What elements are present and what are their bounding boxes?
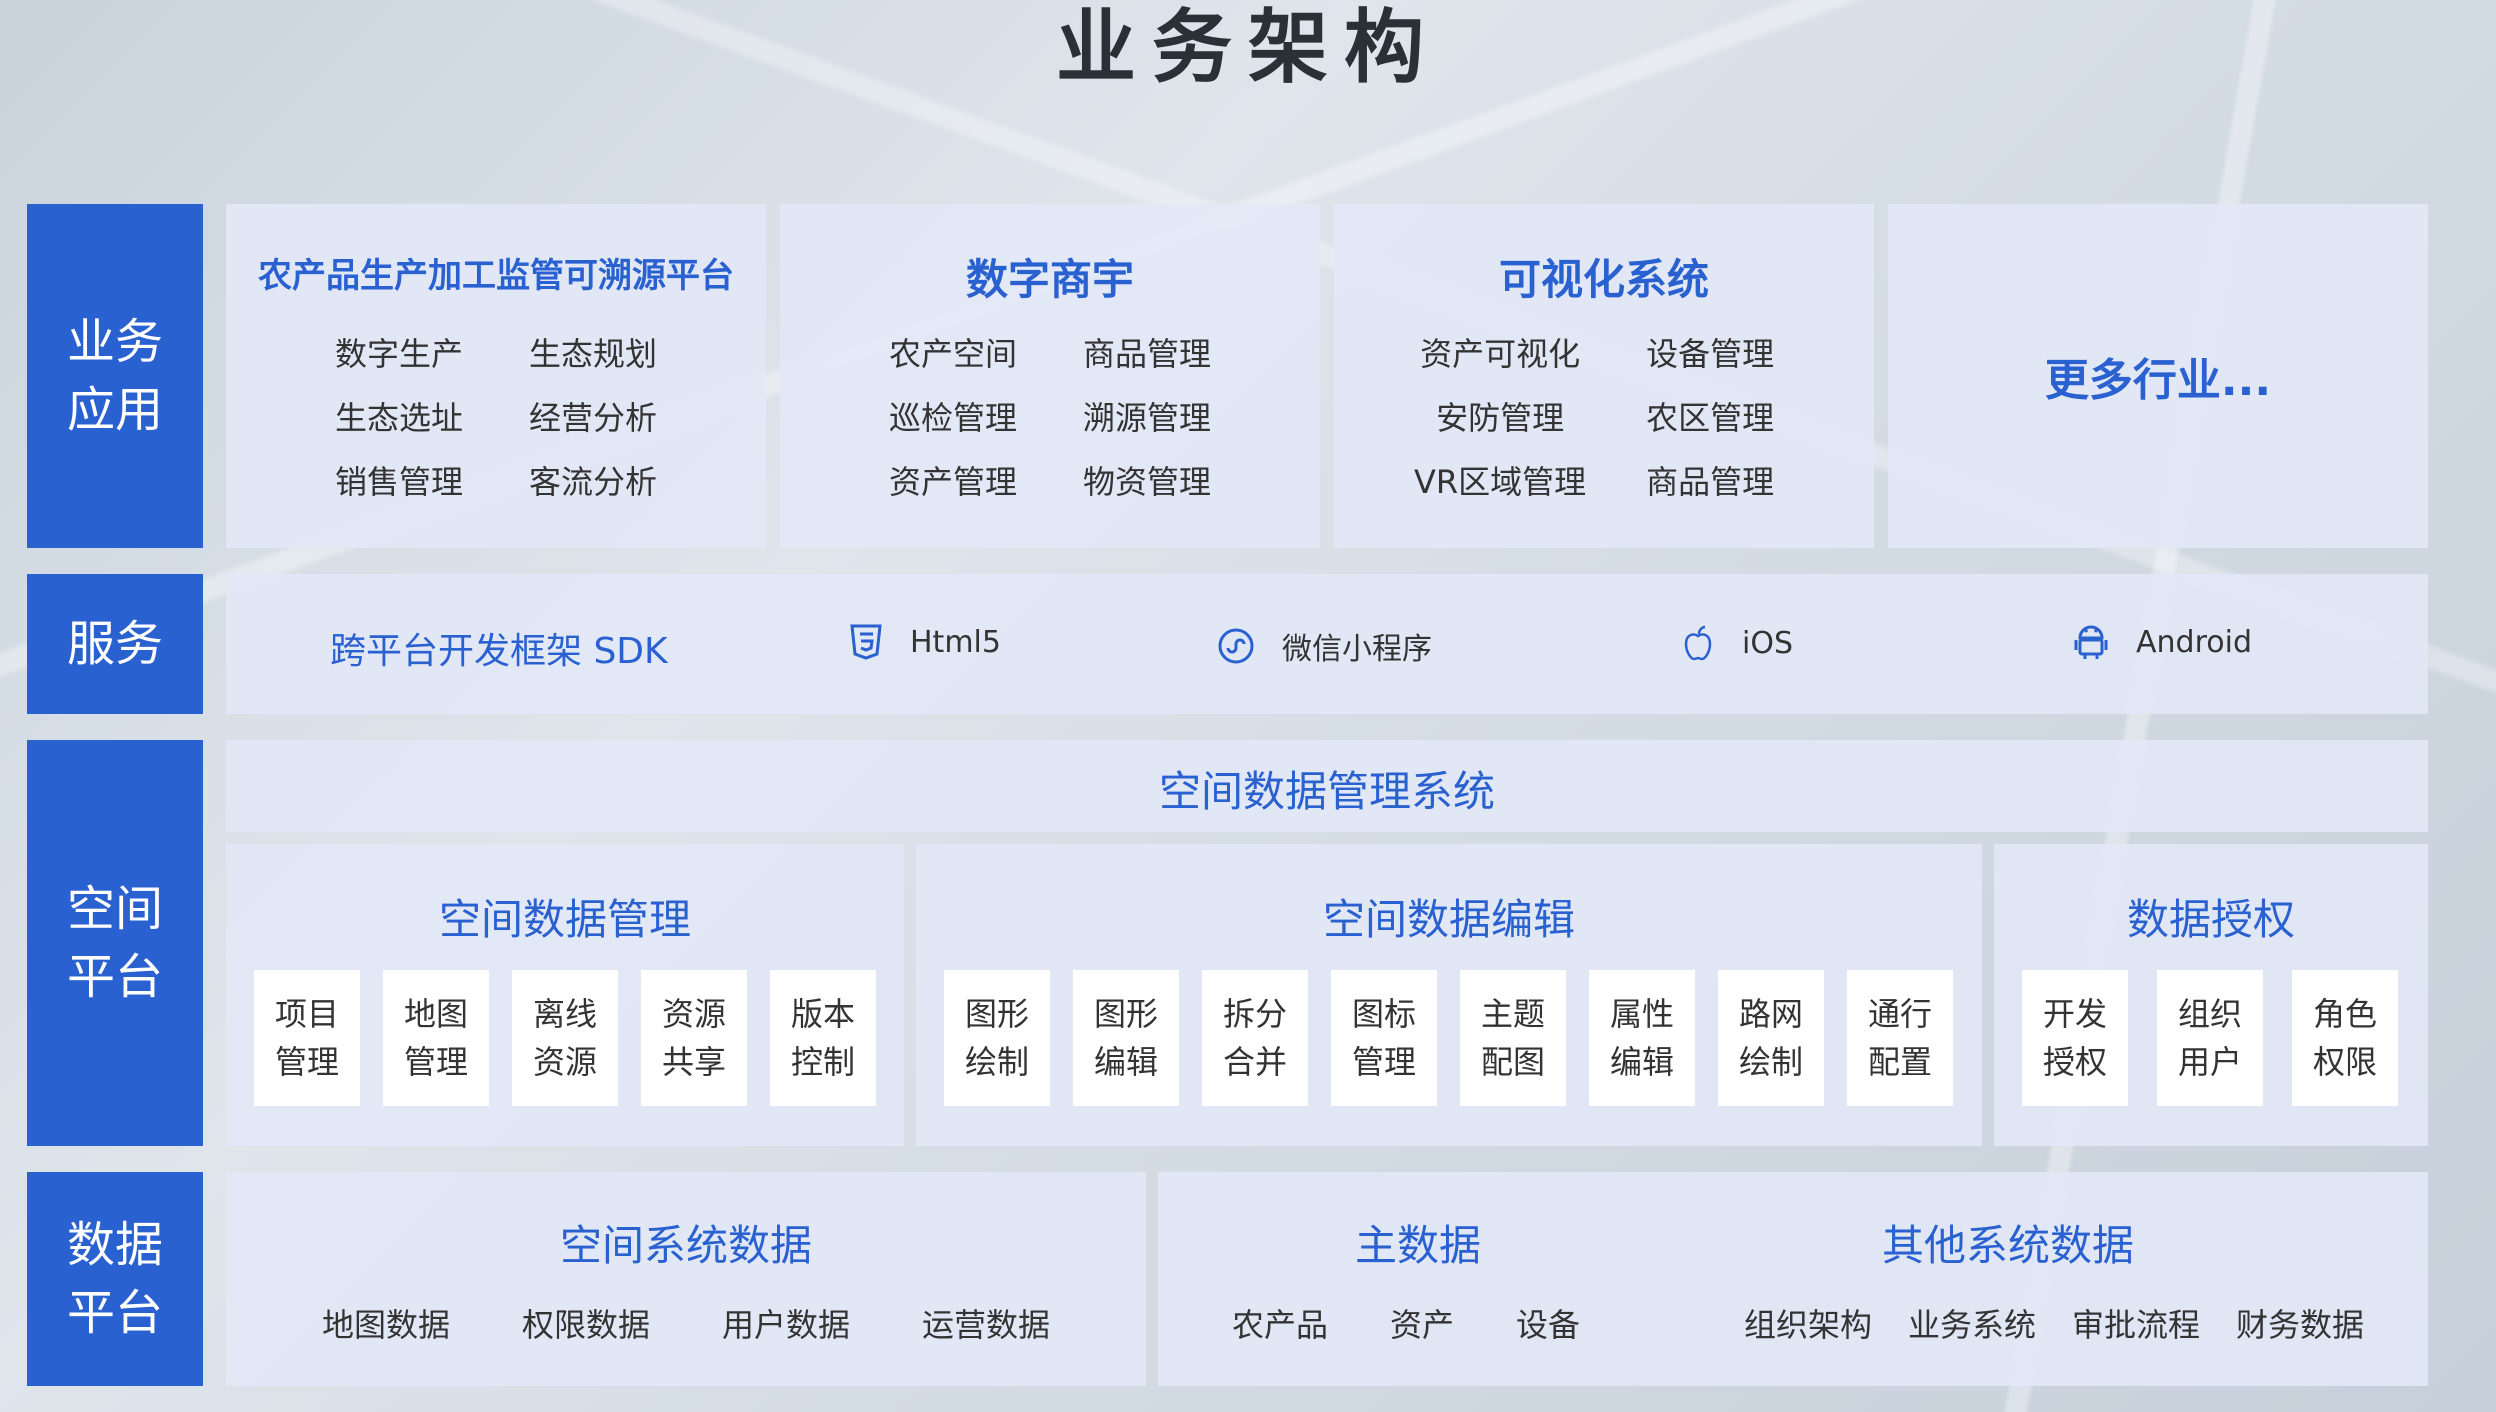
- app-item: 经营分析: [528, 399, 657, 437]
- data-item: 业务系统: [1908, 1306, 2037, 1344]
- data-item: 用户数据: [722, 1306, 851, 1344]
- group-title: 空间数据管理: [438, 895, 691, 944]
- data-item: 运营数据: [922, 1306, 1051, 1344]
- service-label: Html5: [910, 624, 1001, 660]
- data-item: 资产: [1390, 1306, 1455, 1344]
- service-ios: iOS: [1682, 624, 1793, 662]
- data-item: 财务数据: [2236, 1306, 2365, 1344]
- function-box: 离线 资源: [512, 970, 618, 1106]
- data-group-title: 其他系统数据: [1881, 1221, 2134, 1270]
- layer-label-spatial: 空间 平台: [27, 740, 203, 1146]
- service-label: Android: [2136, 624, 2252, 660]
- group-title: 数据授权: [2126, 895, 2295, 944]
- function-box: 通行 配置: [1847, 970, 1953, 1106]
- app-item: 巡检管理: [888, 399, 1017, 437]
- app-item: 客流分析: [528, 463, 657, 501]
- app-item: 商品管理: [1646, 463, 1775, 501]
- data-item: 设备: [1516, 1306, 1581, 1344]
- html5-icon: [850, 624, 882, 660]
- data-group-title: 主数据: [1354, 1221, 1481, 1270]
- app-title: 数字商宇: [965, 255, 1134, 304]
- layer-label-service: 服务: [27, 574, 203, 714]
- app-item: 数字生产: [334, 335, 463, 373]
- data-item: 组织架构: [1744, 1306, 1873, 1344]
- app-item: 商品管理: [1082, 335, 1211, 373]
- function-box: 图形 绘制: [944, 970, 1050, 1106]
- app-item: 物资管理: [1082, 463, 1211, 501]
- function-box: 属性 编辑: [1589, 970, 1695, 1106]
- app-title: 农产品生产加工监管可溯源平台: [258, 256, 734, 296]
- service-html5: Html5: [850, 624, 1001, 660]
- function-box: 角色 权限: [2292, 970, 2398, 1106]
- data-item: 审批流程: [2072, 1306, 2201, 1344]
- app-item: 资产可视化: [1420, 335, 1581, 373]
- function-box: 开发 授权: [2022, 970, 2128, 1106]
- function-box: 图形 编辑: [1073, 970, 1179, 1106]
- app-item: 安防管理: [1436, 399, 1565, 437]
- data-item: 地图数据: [322, 1306, 451, 1344]
- app-panel-visualization: 可视化系统 资产可视化 设备管理 安防管理 农区管理 VR区域管理 商品管理: [1334, 204, 1874, 548]
- function-box: 项目 管理: [254, 970, 360, 1106]
- service-panel: 跨平台开发框架 SDK Html5 微信小程序 iOS Android: [226, 574, 2428, 714]
- app-item: 设备管理: [1646, 335, 1775, 373]
- spatial-group-manage: 空间数据管理 项目 管理 地图 管理 离线 资源 资源 共享 版本 控制: [226, 844, 904, 1146]
- app-item: VR区域管理: [1414, 463, 1587, 501]
- app-item: 资产管理: [888, 463, 1017, 501]
- data-group-title: 空间系统数据: [559, 1221, 812, 1270]
- service-android: Android: [2074, 624, 2252, 660]
- data-panel-spatial: 空间系统数据 地图数据 权限数据 用户数据 运营数据: [226, 1172, 1146, 1386]
- page-title: 业务架构: [1056, 1, 1440, 94]
- sdk-label: 跨平台开发框架 SDK: [330, 631, 668, 672]
- function-box: 地图 管理: [383, 970, 489, 1106]
- layer-label-business: 业务 应用: [27, 204, 203, 548]
- spatial-group-auth: 数据授权 开发 授权 组织 用户 角色 权限: [1994, 844, 2428, 1146]
- data-item: 农产品: [1232, 1306, 1329, 1344]
- function-box: 组织 用户: [2157, 970, 2263, 1106]
- service-label: 微信小程序: [1282, 632, 1432, 667]
- function-box: 主题 配图: [1460, 970, 1566, 1106]
- function-box: 图标 管理: [1331, 970, 1437, 1106]
- spatial-system-title: 空间数据管理系统: [1158, 767, 1495, 816]
- app-title: 可视化系统: [1498, 255, 1709, 304]
- app-item: 生态规划: [528, 335, 657, 373]
- function-box: 路网 绘制: [1718, 970, 1824, 1106]
- data-item: 权限数据: [522, 1306, 651, 1344]
- data-panel-master-other: 主数据 农产品 资产 设备 其他系统数据 组织架构 业务系统 审批流程 财务数据: [1158, 1172, 2428, 1386]
- function-box: 版本 控制: [770, 970, 876, 1106]
- more-industries: 更多行业...: [2044, 355, 2272, 406]
- app-panel-more: 更多行业...: [1888, 204, 2428, 548]
- app-item: 销售管理: [334, 463, 463, 501]
- app-panel-digital-commerce: 数字商宇 农产空间 商品管理 巡检管理 溯源管理 资产管理 物资管理: [780, 204, 1320, 548]
- app-item: 农区管理: [1646, 399, 1775, 437]
- app-item: 农产空间: [888, 335, 1017, 373]
- wechat-miniprogram-icon: [1218, 628, 1254, 664]
- app-item: 生态选址: [334, 399, 463, 437]
- spatial-system-panel: 空间数据管理系统: [226, 740, 2428, 832]
- app-panel-traceability: 农产品生产加工监管可溯源平台 数字生产 生态规划 生态选址 经营分析 销售管理 …: [226, 204, 766, 548]
- service-wechat: 微信小程序: [1218, 624, 1432, 668]
- layer-label-data: 数据 平台: [27, 1172, 203, 1386]
- service-label: iOS: [1742, 625, 1793, 661]
- android-icon: [2074, 624, 2108, 660]
- group-title: 空间数据编辑: [1322, 895, 1575, 944]
- function-box: 资源 共享: [641, 970, 747, 1106]
- function-box: 拆分 合并: [1202, 970, 1308, 1106]
- app-item: 溯源管理: [1082, 399, 1211, 437]
- spatial-group-edit: 空间数据编辑 图形 绘制 图形 编辑 拆分 合并 图标 管理 主题 配图 属性 …: [916, 844, 1982, 1146]
- apple-icon: [1682, 624, 1714, 662]
